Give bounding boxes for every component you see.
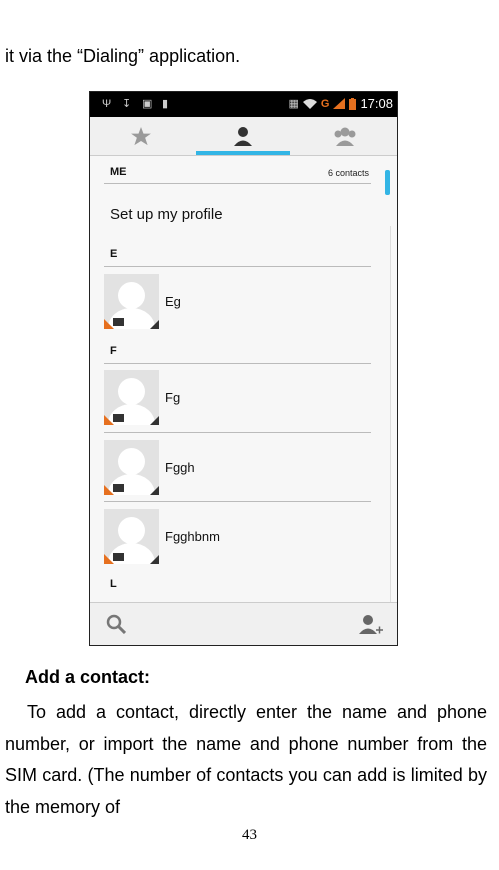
divider: [104, 432, 371, 433]
status-bar: Ψ ↧ ▣ ▮ ▦ G 17:08: [90, 92, 397, 117]
divider: [104, 266, 371, 267]
intro-text: it via the “Dialing” application.: [5, 46, 241, 66]
status-time: 17:08: [360, 96, 393, 111]
contact-name: Fg: [165, 390, 181, 405]
tab-favorites[interactable]: [90, 117, 192, 155]
scrollbar-track: [390, 226, 391, 603]
body-paragraph: To add a contact, directly enter the nam…: [5, 702, 487, 817]
bottom-action-bar: [90, 602, 397, 645]
tab-contacts[interactable]: [192, 117, 294, 155]
avatar: [104, 509, 159, 564]
page-number: 43: [242, 827, 257, 843]
search-icon[interactable]: [106, 614, 126, 634]
vibrate-icon: ▦: [288, 98, 299, 110]
section-heading: Add a contact:: [25, 667, 151, 687]
contact-row[interactable]: Fgghbnm: [90, 509, 397, 564]
divider: [104, 183, 371, 184]
download-icon: ↧: [122, 98, 132, 110]
tab-groups[interactable]: [294, 117, 396, 155]
battery-icon: [349, 97, 357, 110]
star-icon: [131, 126, 151, 145]
setup-profile-item[interactable]: Set up my profile: [110, 206, 223, 223]
add-contact-icon[interactable]: [359, 614, 383, 636]
phone-screenshot: Ψ ↧ ▣ ▮ ▦ G 17:08 ME 6 contacts Set up m…: [89, 91, 398, 646]
group-icon: [334, 127, 356, 146]
contact-row[interactable]: Fg: [90, 370, 397, 425]
divider: [104, 363, 371, 364]
contact-name: Fgghbnm: [165, 529, 220, 544]
divider: [104, 501, 371, 502]
usb-icon: Ψ: [102, 98, 112, 110]
contact-list[interactable]: ME 6 contacts Set up my profile E Eg F F…: [90, 156, 397, 603]
contact-count: 6 contacts: [327, 168, 369, 178]
contact-row[interactable]: Eg: [90, 274, 397, 329]
wifi-icon: [302, 99, 317, 109]
person-icon: [234, 127, 252, 146]
sd-card-icon: ▮: [162, 98, 169, 110]
network-type-label: G: [320, 97, 330, 110]
contact-name: Eg: [165, 294, 181, 309]
contact-name: Fggh: [165, 460, 195, 475]
section-header-l: L: [110, 578, 117, 590]
section-header-e: E: [110, 248, 118, 260]
contact-row[interactable]: Fggh: [90, 440, 397, 495]
avatar: [104, 440, 159, 495]
image-icon: ▣: [142, 98, 153, 110]
scrollbar-thumb[interactable]: [385, 170, 390, 195]
section-header-me: ME: [110, 166, 127, 178]
avatar: [104, 274, 159, 329]
avatar: [104, 370, 159, 425]
signal-icon: [333, 98, 346, 109]
section-header-f: F: [110, 345, 117, 357]
tab-bar: [90, 117, 397, 156]
